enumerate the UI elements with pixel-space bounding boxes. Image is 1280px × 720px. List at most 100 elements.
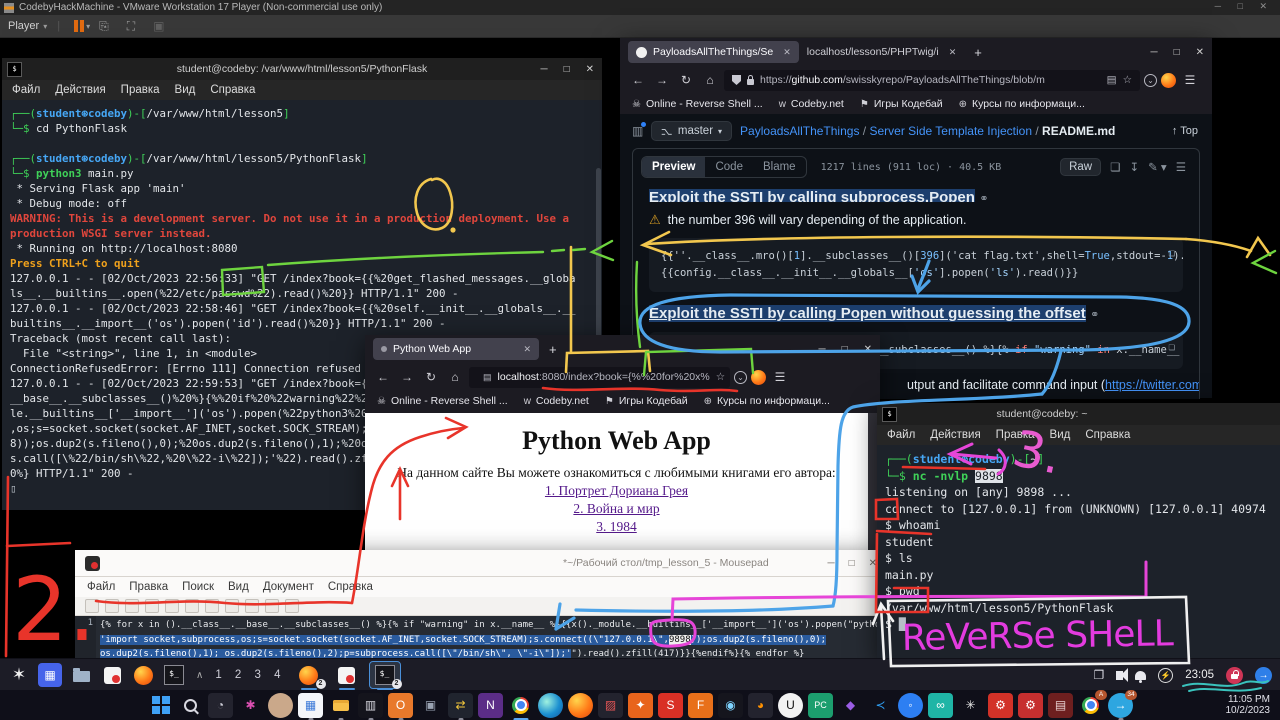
app-file-explorer[interactable]: [328, 693, 353, 718]
app-vscode[interactable]: ≺: [868, 693, 893, 718]
open-mousepad-button[interactable]: [332, 662, 362, 688]
download-icon[interactable]: ↧: [1129, 160, 1139, 174]
code-block-subclasses[interactable]: ❏ {{''.__class__.mro()[1].__subclasses__…: [649, 238, 1183, 292]
menu-hamburger-icon[interactable]: ☰: [1180, 73, 1200, 87]
anchor-link-icon2[interactable]: ⚭: [1090, 309, 1099, 321]
menu-item[interactable]: Документ: [263, 581, 314, 593]
top-link[interactable]: ↑ Top: [1172, 125, 1198, 137]
terminal2-output[interactable]: ┌──(student⊛codeby)-[~]└─$ nc -nvlp 9898…: [877, 445, 1280, 660]
menu-item[interactable]: Вид: [175, 84, 196, 96]
search-button[interactable]: [178, 693, 203, 718]
bookmark-star-icon[interactable]: ☆: [1123, 74, 1132, 86]
menu-item[interactable]: Правка: [129, 581, 168, 593]
menu-item[interactable]: Справка: [328, 581, 373, 593]
forward-icon2[interactable]: →: [397, 370, 417, 384]
terminal1-window-controls[interactable]: ─□✕: [540, 58, 594, 80]
tab-blame[interactable]: Blame: [753, 157, 806, 177]
pocket-icon2[interactable]: ⌄: [734, 371, 747, 384]
pause-icon[interactable]: [74, 20, 78, 32]
home-icon[interactable]: ⌂: [700, 73, 720, 87]
menu-item[interactable]: Файл: [12, 84, 40, 96]
menu-item[interactable]: Вид: [1050, 429, 1071, 441]
view-switcher[interactable]: Preview Code Blame: [641, 156, 807, 178]
anchor-link-icon[interactable]: ⚭: [979, 193, 988, 202]
menu-item[interactable]: Действия: [55, 84, 105, 96]
tab-python-web-app[interactable]: Python Web App ✕: [373, 338, 539, 360]
tracking-shield-icon[interactable]: [732, 75, 741, 85]
app-gear-red-1[interactable]: ⚙: [988, 693, 1013, 718]
terminal-launcher-icon[interactable]: $_: [162, 663, 186, 687]
mousepad-editor[interactable]: 1 {% for x in ().__class__.__base__.__su…: [75, 616, 883, 662]
app-cube[interactable]: ▣: [418, 693, 443, 718]
home-icon2[interactable]: ⌂: [445, 370, 465, 384]
fullscreen-icon[interactable]: ⛶: [127, 19, 135, 34]
logout-icon[interactable]: →: [1255, 667, 1272, 684]
payload-text[interactable]: {% for x in ().__class__.__base__.__subc…: [96, 616, 883, 662]
workspace-switcher[interactable]: 1 2 3 4: [215, 669, 285, 681]
url-bar2[interactable]: ▤ localhost:8080/index?book={%%20for%20x…: [469, 367, 730, 388]
reload-icon[interactable]: ↻: [676, 73, 696, 87]
menu-item[interactable]: Правка: [996, 429, 1035, 441]
app-calendar[interactable]: ▦: [298, 693, 323, 718]
reader-mode-icon[interactable]: ▤: [1107, 74, 1117, 86]
firefox2-window-controls[interactable]: ─□✕: [818, 335, 872, 363]
pause-caret-icon[interactable]: ▾: [86, 22, 90, 31]
breadcrumb-dir[interactable]: Server Side Template Injection: [869, 124, 1032, 138]
menu-item[interactable]: Файл: [87, 581, 115, 593]
twitter-link[interactable]: https://twitter.com/SecGus: [1105, 378, 1200, 392]
outline-icon[interactable]: ☰: [1176, 160, 1186, 174]
firefox-account-icon[interactable]: [1161, 73, 1176, 88]
book-link[interactable]: 2. Война и мир: [365, 501, 868, 517]
bookmark-item[interactable]: ⊕Курсы по информаци...: [959, 98, 1085, 110]
start-button[interactable]: [148, 693, 173, 718]
tab-code[interactable]: Code: [705, 157, 753, 177]
app-devtool[interactable]: ▨: [598, 693, 623, 718]
heading-subprocess-popen[interactable]: Exploit the SSTI by calling subprocess.P…: [649, 189, 975, 202]
menu-item[interactable]: Поиск: [182, 581, 214, 593]
bookmark-item[interactable]: ☠Online - Reverse Shell ...: [632, 98, 763, 110]
book-link[interactable]: 1. Портрет Дориана Грея: [365, 483, 868, 499]
app-chrome-profile[interactable]: A: [1078, 693, 1103, 718]
app-chrome[interactable]: [508, 693, 533, 718]
bookmark-item[interactable]: ⚑Игры Кодебай: [605, 395, 688, 407]
reload-icon2[interactable]: ↻: [421, 370, 441, 384]
app-f-app[interactable]: F: [688, 693, 713, 718]
app-visual-studio[interactable]: ◆: [838, 693, 863, 718]
app-firefox[interactable]: [568, 693, 593, 718]
tab1-close-icon[interactable]: ✕: [783, 47, 791, 58]
copy-raw-icon[interactable]: ❏: [1110, 160, 1120, 174]
launcher-expand-icon[interactable]: ∧: [196, 670, 203, 681]
firefox1-window-controls[interactable]: ─□✕: [1150, 38, 1204, 66]
forward-icon[interactable]: →: [652, 73, 672, 87]
menu-item[interactable]: Справка: [210, 84, 255, 96]
vm-clock[interactable]: 23:05: [1185, 669, 1214, 681]
back-icon2[interactable]: ←: [373, 370, 393, 384]
sidebar-toggle-icon[interactable]: ▥: [632, 124, 643, 138]
mousepad-window-controls[interactable]: ─□✕: [827, 558, 877, 569]
open-terminal-button[interactable]: $_2: [370, 662, 400, 688]
bookmark-star-icon2[interactable]: ☆: [716, 371, 725, 383]
app-speedtest[interactable]: ◔: [208, 693, 233, 718]
new-tab-button2[interactable]: +: [549, 342, 557, 357]
menu-item[interactable]: Справка: [1085, 429, 1130, 441]
menu-item[interactable]: Действия: [930, 429, 980, 441]
app-telegram[interactable]: →34: [1108, 693, 1133, 718]
tab2-close-icon[interactable]: ✕: [949, 47, 957, 58]
back-icon[interactable]: ←: [628, 73, 648, 87]
app-bee[interactable]: ✳: [958, 693, 983, 718]
app-gear-red-2[interactable]: ⚙: [1018, 693, 1043, 718]
tab-payloadsallthethings[interactable]: PayloadsAllTheThings/Se ✕: [628, 41, 799, 63]
raw-button[interactable]: Raw: [1060, 158, 1101, 176]
power-manager-icon[interactable]: ⚡: [1158, 668, 1173, 683]
bookmark-item[interactable]: ☠Online - Reverse Shell ...: [377, 395, 508, 407]
app-pycharm[interactable]: PC: [808, 693, 833, 718]
app-menu-icon[interactable]: ▦: [38, 663, 62, 687]
notifications-icon[interactable]: [1135, 671, 1146, 680]
host-clock[interactable]: 11:05 PM 10/2/2023: [1226, 694, 1271, 716]
file-manager-icon[interactable]: [69, 663, 93, 687]
app-onenote[interactable]: N: [478, 693, 503, 718]
app-fl-studio[interactable]: ✦: [628, 693, 653, 718]
terminal2-titlebar[interactable]: $ student@codeby: ~: [877, 403, 1280, 425]
app-lens[interactable]: ◉: [718, 693, 743, 718]
send-cad-icon[interactable]: ⎘: [99, 19, 109, 34]
